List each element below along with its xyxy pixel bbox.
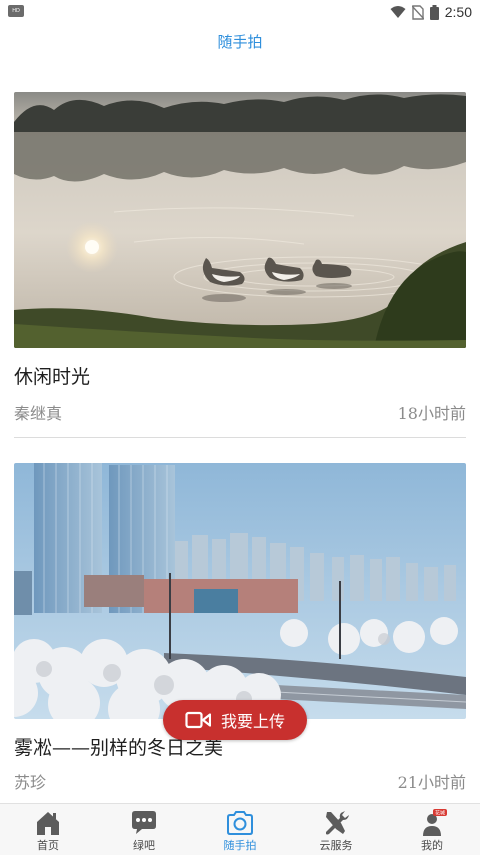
camera-icon	[227, 811, 253, 835]
status-time: 2:50	[444, 4, 472, 20]
tab-cloud-service[interactable]: 云服务	[288, 804, 384, 855]
post-photo-rime-city[interactable]	[14, 463, 466, 719]
post-feed[interactable]: 休闲时光 秦继真 18小时前 雾凇——别样的冬日之美 苏珍 21小时前	[0, 64, 480, 804]
tab-mine[interactable]: 花城 我的	[384, 804, 480, 855]
post-time-ago: 18小时前	[397, 404, 466, 423]
status-icons: 2:50	[390, 3, 472, 21]
chat-bubble-icon	[132, 811, 156, 834]
bottom-tab-bar: 首页 绿吧 随手拍 云服务 花城 我的	[0, 803, 480, 855]
profile-icon: 花城	[423, 809, 447, 836]
post-card[interactable]: 雾凇——别样的冬日之美 苏珍 21小时前	[14, 463, 466, 792]
page-header: 随手拍	[0, 24, 480, 64]
post-author: 苏珍	[14, 773, 47, 792]
tab-label: 绿吧	[133, 839, 155, 852]
tab-snapshot[interactable]: 随手拍	[192, 804, 288, 855]
post-photo-lake-geese[interactable]	[14, 92, 466, 348]
tab-label: 随手拍	[223, 839, 257, 852]
post-card[interactable]: 休闲时光 秦继真 18小时前	[14, 92, 466, 438]
profile-badge-text: 花城	[435, 810, 445, 817]
status-bar: HD 2:50	[0, 0, 480, 24]
tab-label: 云服务	[319, 839, 353, 852]
wifi-icon	[390, 6, 406, 18]
page-title: 随手拍	[217, 33, 263, 51]
video-camera-icon	[185, 711, 211, 729]
post-time-ago: 21小时前	[397, 773, 466, 792]
sim-badge: HD	[8, 5, 24, 17]
tab-lvba[interactable]: 绿吧	[96, 804, 192, 855]
post-title[interactable]: 休闲时光	[14, 362, 90, 389]
battery-icon	[429, 4, 439, 20]
tab-label: 我的	[421, 839, 443, 852]
tools-icon	[326, 811, 349, 835]
upload-button-label: 我要上传	[220, 712, 285, 731]
no-sim-icon	[411, 4, 424, 20]
tab-label: 首页	[37, 839, 59, 852]
upload-button[interactable]: 我要上传	[163, 700, 307, 740]
tab-home[interactable]: 首页	[0, 804, 96, 855]
post-divider	[14, 437, 466, 438]
post-author: 秦继真	[14, 404, 63, 423]
home-icon	[37, 812, 59, 835]
